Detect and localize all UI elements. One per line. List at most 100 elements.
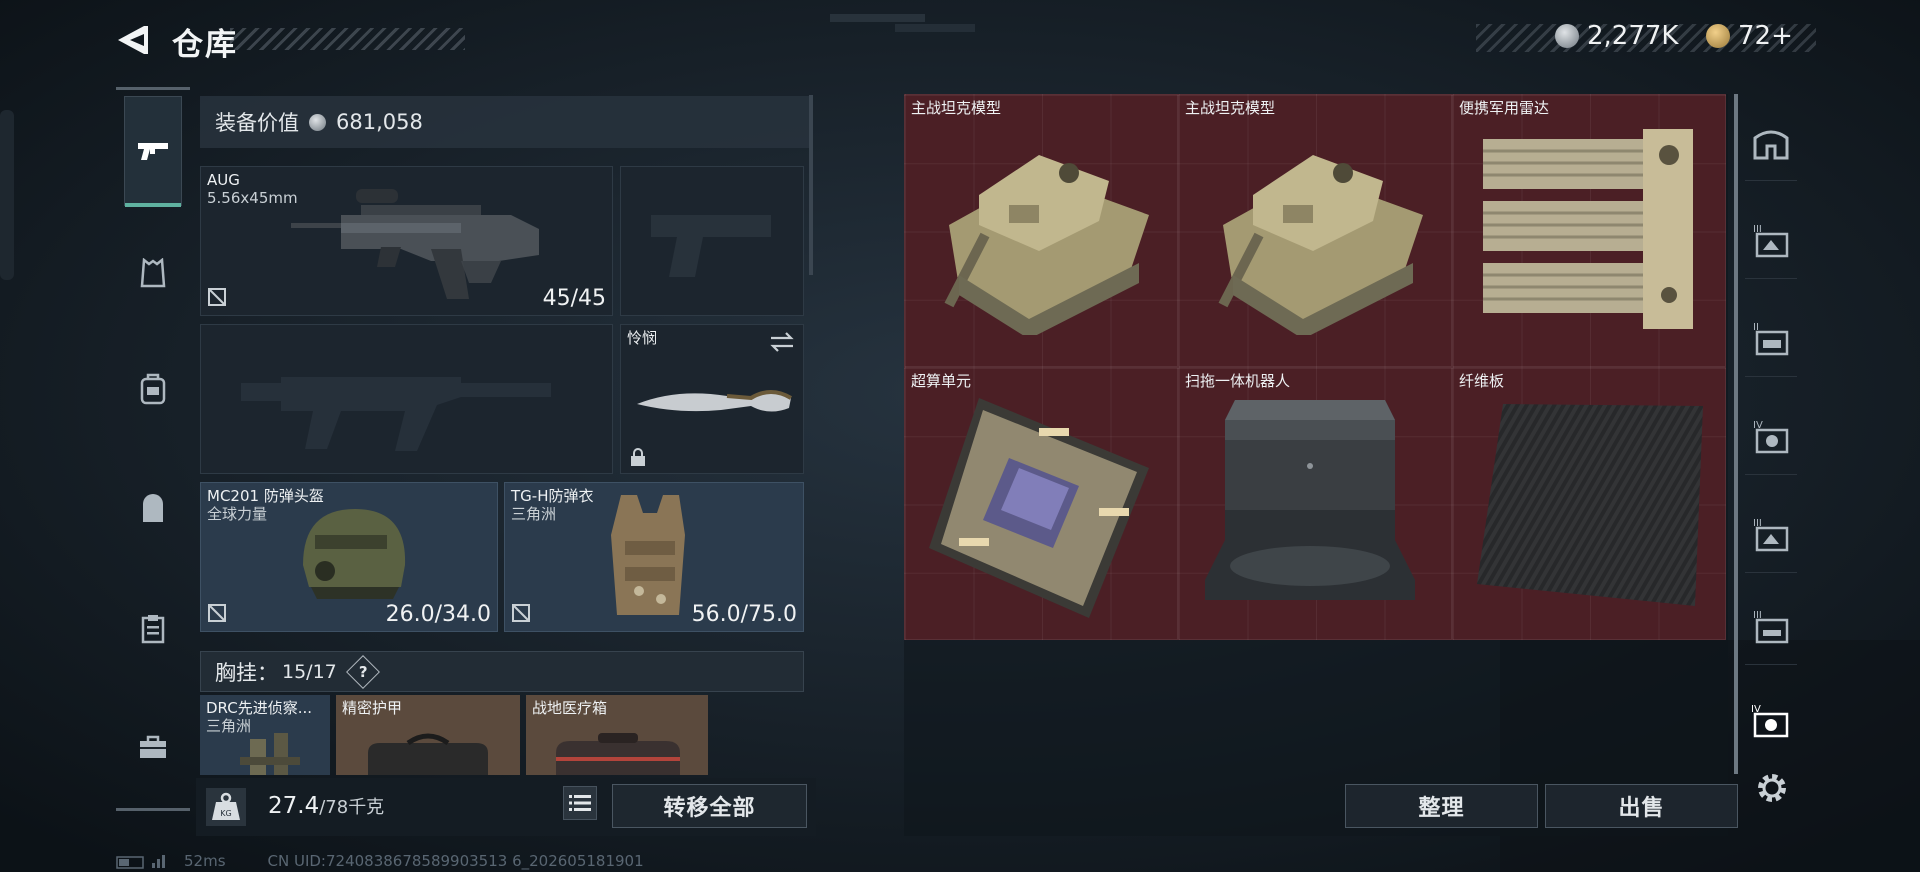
pistol-placeholder-icon bbox=[651, 215, 771, 277]
slot-primary-weapon[interactable]: AUG 5.56x45mm 45/45 bbox=[200, 166, 613, 316]
ping: 52ms bbox=[184, 852, 226, 870]
fiberboard-image bbox=[1477, 404, 1703, 606]
category-tab-pack[interactable] bbox=[124, 480, 182, 538]
backpack-icon bbox=[140, 373, 166, 405]
help-icon[interactable]: ? bbox=[345, 654, 380, 689]
item-name: 主战坦克模型 bbox=[911, 99, 1002, 117]
container-III-c-icon: III bbox=[1753, 610, 1789, 644]
transfer-all-button[interactable]: 转移全部 bbox=[612, 784, 807, 828]
container-IV-active-icon: IV bbox=[1751, 704, 1789, 738]
tab-divider bbox=[1745, 664, 1797, 665]
container-tab-iii-c[interactable]: III bbox=[1745, 600, 1797, 652]
drone-image bbox=[240, 733, 300, 775]
container-tab-home[interactable] bbox=[1745, 116, 1797, 168]
storage-item-robot-vacuum[interactable]: 扫拖一体机器人 bbox=[1178, 367, 1452, 640]
storage-item-tank-model[interactable]: 主战坦克模型 bbox=[904, 94, 1178, 367]
lock-icon bbox=[631, 448, 645, 466]
back-arrow-icon[interactable] bbox=[114, 22, 150, 58]
tab-divider bbox=[1745, 474, 1797, 475]
svg-text:KG: KG bbox=[220, 809, 231, 818]
supercomputer-board-image bbox=[929, 398, 1149, 618]
container-IV-icon: IV bbox=[1753, 420, 1789, 454]
title-decoration bbox=[230, 28, 465, 50]
tab-divider bbox=[1745, 278, 1797, 279]
no-insurance-icon bbox=[512, 604, 530, 622]
slot-armor[interactable]: TG-H防弹衣 三角洲 56.0/75.0 bbox=[504, 482, 804, 632]
slot-melee[interactable]: 怜悯 bbox=[620, 324, 804, 474]
tank-model-image bbox=[1218, 155, 1423, 335]
container-tab-iii[interactable]: III bbox=[1745, 214, 1797, 266]
tab-divider bbox=[1745, 180, 1797, 181]
helmet-durability: 26.0/34.0 bbox=[385, 602, 491, 627]
rifle-placeholder-icon bbox=[241, 377, 551, 451]
slot-secondary-weapon-empty[interactable] bbox=[200, 324, 613, 474]
container-tab-iv-active[interactable]: IV bbox=[1745, 696, 1797, 748]
melee-name: 怜悯 bbox=[627, 329, 658, 347]
storage-item-tank-model[interactable]: 主战坦克模型 bbox=[1178, 94, 1452, 367]
clipboard-icon bbox=[141, 615, 165, 644]
rail-bottom-divider bbox=[116, 808, 190, 811]
armor-plate-bag-image bbox=[368, 733, 488, 775]
category-tab-weapons[interactable] bbox=[124, 96, 182, 207]
storage-item-portable-radar[interactable]: 便携军用雷达 bbox=[1452, 94, 1726, 367]
sell-button[interactable]: 出售 bbox=[1545, 784, 1738, 828]
container-III-b-icon: III bbox=[1753, 518, 1789, 552]
category-tab-vest[interactable] bbox=[124, 244, 182, 302]
hafcoin-icon bbox=[1555, 24, 1579, 48]
equipment-scrollbar[interactable] bbox=[809, 95, 813, 275]
pistol-icon bbox=[138, 143, 168, 160]
weapon-name: AUG bbox=[207, 171, 240, 189]
chest-rig-label: 胸挂： bbox=[215, 660, 278, 685]
storage-scrollbar[interactable] bbox=[1734, 94, 1738, 774]
sort-button[interactable]: 整理 bbox=[1345, 784, 1538, 828]
gear-icon[interactable] bbox=[1752, 768, 1792, 808]
list-view-button[interactable] bbox=[563, 786, 597, 820]
item-name: 纤维板 bbox=[1459, 372, 1505, 390]
equipment-value-bar: 装备价值 681,058 bbox=[200, 96, 810, 148]
storage-grid: 主战坦克模型 主战坦克模型 便携军用雷达 超算单元 扫拖一体机器人 纤维板 bbox=[904, 94, 1728, 640]
body-armor-image bbox=[611, 495, 685, 615]
chest-item-precision-armor[interactable]: 精密护甲 bbox=[336, 695, 520, 775]
currency-coupon[interactable]: 72+ bbox=[1706, 21, 1793, 51]
slot-helmet[interactable]: MC201 防弹头盔 全球力量 26.0/34.0 bbox=[200, 482, 498, 632]
weapon-ammo: 45/45 bbox=[542, 286, 606, 311]
tab-divider bbox=[1745, 572, 1797, 573]
chest-item-medkit[interactable]: 战地医疗箱 bbox=[526, 695, 708, 775]
battery-signal-icon bbox=[116, 855, 165, 869]
weight-max: /78千克 bbox=[319, 797, 385, 818]
container-tab-iii-b[interactable]: III bbox=[1745, 508, 1797, 560]
hafcoin-icon bbox=[309, 113, 326, 131]
chest-item-name: 精密护甲 bbox=[342, 699, 403, 717]
weight-current: 27.4 bbox=[268, 793, 320, 819]
chest-item-drc[interactable]: DRC先进侦察... 三角洲 bbox=[200, 695, 330, 775]
status-footer: 52ms CN UID:7240838678589903513 6_202605… bbox=[116, 852, 644, 870]
home-icon bbox=[1753, 130, 1789, 160]
equipment-value-label: 装备价值 bbox=[215, 111, 299, 135]
storage-item-fiberboard[interactable]: 纤维板 bbox=[1452, 367, 1726, 640]
vest-icon bbox=[140, 258, 166, 288]
slot-pistol-empty[interactable] bbox=[620, 166, 804, 316]
category-tab-clipboard[interactable] bbox=[124, 600, 182, 658]
swap-icon[interactable] bbox=[769, 331, 795, 353]
currency-coupon-value: 72+ bbox=[1738, 21, 1793, 51]
container-III-icon: III bbox=[1753, 224, 1789, 258]
chest-rig-capacity: 15/17 bbox=[282, 660, 337, 683]
container-tab-ii[interactable]: II bbox=[1745, 312, 1797, 364]
container-tab-iv[interactable]: IV bbox=[1745, 410, 1797, 462]
storage-item-supercomputer-unit[interactable]: 超算单元 bbox=[904, 367, 1178, 640]
chest-item-name: DRC先进侦察... bbox=[206, 699, 313, 717]
aug-rifle-image bbox=[291, 189, 539, 299]
category-tab-toolbox[interactable] bbox=[124, 718, 182, 776]
item-name: 主战坦克模型 bbox=[1185, 99, 1276, 117]
category-tab-backpack[interactable] bbox=[124, 360, 182, 418]
robot-vacuum-image bbox=[1205, 400, 1415, 600]
medical-case-image bbox=[556, 733, 680, 775]
toolbox-icon bbox=[140, 735, 166, 758]
no-insurance-icon bbox=[208, 288, 226, 306]
currency-hafcoin[interactable]: 2,277K bbox=[1555, 21, 1678, 51]
helmet-source: 全球力量 bbox=[207, 505, 268, 523]
armor-source: 三角洲 bbox=[511, 505, 557, 523]
currency-hafcoin-value: 2,277K bbox=[1587, 21, 1679, 51]
no-insurance-icon bbox=[208, 604, 226, 622]
chest-rig-header[interactable]: 胸挂： 15/17 ? bbox=[200, 651, 804, 692]
